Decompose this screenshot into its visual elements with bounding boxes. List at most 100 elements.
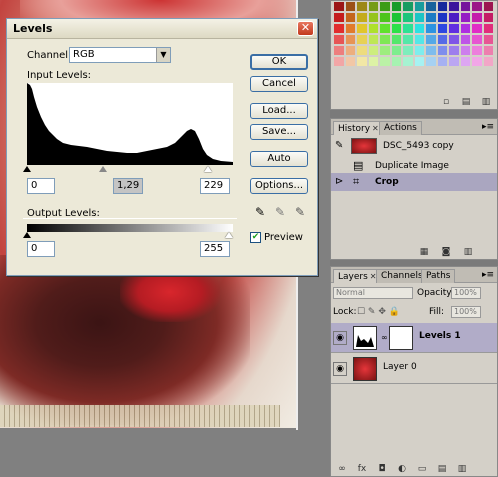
color-swatch[interactable] — [367, 56, 379, 67]
input-white-field[interactable]: 229 — [200, 178, 230, 194]
color-swatch[interactable] — [448, 1, 460, 12]
opacity-field[interactable]: 100% — [451, 287, 481, 299]
color-swatch[interactable] — [471, 1, 483, 12]
new-swatch-icon[interactable]: ▤ — [461, 97, 471, 107]
color-swatch[interactable] — [379, 1, 391, 12]
link-layers-icon[interactable]: ∞ — [337, 464, 347, 474]
input-gamma-field[interactable]: 1,29 — [113, 178, 143, 194]
color-swatch[interactable] — [436, 23, 448, 34]
tab-history[interactable]: History ✕ — [333, 121, 384, 135]
color-swatch[interactable] — [425, 12, 437, 23]
close-button[interactable]: ✕ — [297, 21, 314, 36]
trash-icon[interactable]: ▥ — [463, 247, 473, 257]
load-button[interactable]: Load... — [250, 103, 308, 119]
color-swatch[interactable] — [367, 23, 379, 34]
input-black-field[interactable]: 0 — [27, 178, 55, 194]
color-swatch[interactable] — [413, 1, 425, 12]
color-swatch[interactable] — [425, 23, 437, 34]
fill-field[interactable]: 100% — [451, 306, 481, 318]
panel-menu-icon[interactable]: ▸≡ — [482, 122, 494, 132]
color-swatch[interactable] — [471, 12, 483, 23]
output-black-handle[interactable] — [23, 232, 31, 238]
layer-row[interactable]: ◉ Layer 0 — [331, 354, 497, 384]
output-white-field[interactable]: 255 — [200, 241, 230, 257]
color-swatch[interactable] — [367, 34, 379, 45]
color-swatch[interactable] — [344, 12, 356, 23]
save-button[interactable]: Save... — [250, 124, 308, 140]
camera-icon[interactable]: ◙ — [441, 247, 451, 257]
color-swatch[interactable] — [448, 34, 460, 45]
color-swatch[interactable] — [402, 1, 414, 12]
color-swatch[interactable] — [425, 56, 437, 67]
color-swatch[interactable] — [448, 23, 460, 34]
color-swatch[interactable] — [436, 34, 448, 45]
color-swatch[interactable] — [379, 56, 391, 67]
color-swatch[interactable] — [425, 1, 437, 12]
color-swatch[interactable] — [356, 34, 368, 45]
color-swatch[interactable] — [333, 12, 345, 23]
color-swatch[interactable] — [482, 45, 494, 56]
ok-button[interactable]: OK — [250, 54, 308, 70]
color-swatch[interactable] — [356, 45, 368, 56]
white-point-handle[interactable] — [204, 166, 212, 172]
output-white-handle[interactable] — [225, 232, 233, 238]
color-swatch[interactable] — [356, 23, 368, 34]
output-slider[interactable] — [23, 232, 233, 238]
color-swatch[interactable] — [448, 45, 460, 56]
color-swatch[interactable] — [459, 45, 471, 56]
color-swatch[interactable] — [436, 1, 448, 12]
color-swatch[interactable] — [402, 23, 414, 34]
color-swatch[interactable] — [344, 34, 356, 45]
color-swatch[interactable] — [402, 56, 414, 67]
color-swatch[interactable] — [390, 56, 402, 67]
color-swatch[interactable] — [356, 12, 368, 23]
color-swatch[interactable] — [471, 34, 483, 45]
color-swatch[interactable] — [425, 34, 437, 45]
color-swatch[interactable] — [379, 34, 391, 45]
color-swatch[interactable] — [413, 45, 425, 56]
color-swatch[interactable] — [402, 34, 414, 45]
adjustment-icon[interactable]: ◐ — [397, 464, 407, 474]
cancel-button[interactable]: Cancel — [250, 76, 308, 92]
history-snapshot[interactable]: ✎ DSC_5493 copy — [331, 137, 497, 155]
color-swatch[interactable] — [413, 56, 425, 67]
color-swatch[interactable] — [436, 45, 448, 56]
color-swatch[interactable] — [436, 12, 448, 23]
color-swatch[interactable] — [482, 56, 494, 67]
gamma-handle[interactable] — [99, 166, 107, 172]
color-swatch[interactable] — [390, 1, 402, 12]
color-swatch[interactable] — [425, 45, 437, 56]
new-swatch-icon[interactable]: ▫ — [441, 97, 451, 107]
color-swatch[interactable] — [413, 34, 425, 45]
color-swatch[interactable] — [390, 45, 402, 56]
color-swatch[interactable] — [356, 56, 368, 67]
white-eyedropper-icon[interactable]: ✎ — [293, 205, 307, 219]
color-swatch[interactable] — [471, 45, 483, 56]
brush-icon[interactable]: ✎ — [335, 137, 343, 155]
color-swatch[interactable] — [413, 23, 425, 34]
swatch-grid[interactable] — [333, 1, 495, 67]
color-swatch[interactable] — [471, 56, 483, 67]
lock-icons[interactable]: ☐ ✎ ✥ 🔒 — [357, 305, 400, 319]
color-swatch[interactable] — [459, 34, 471, 45]
color-swatch[interactable] — [459, 56, 471, 67]
color-swatch[interactable] — [367, 12, 379, 23]
color-swatch[interactable] — [459, 1, 471, 12]
color-swatch[interactable] — [482, 23, 494, 34]
color-swatch[interactable] — [482, 12, 494, 23]
preview-checkbox[interactable]: ✔ — [250, 232, 261, 243]
color-swatch[interactable] — [482, 1, 494, 12]
new-document-icon[interactable]: ▦ — [419, 247, 429, 257]
panel-menu-icon[interactable]: ▸≡ — [482, 270, 494, 280]
color-swatch[interactable] — [333, 1, 345, 12]
color-swatch[interactable] — [367, 45, 379, 56]
color-swatch[interactable] — [436, 56, 448, 67]
color-swatch[interactable] — [344, 45, 356, 56]
tab-channels[interactable]: Channels — [376, 269, 428, 283]
color-swatch[interactable] — [471, 23, 483, 34]
history-item[interactable]: ⊳ ⌗ Crop — [331, 173, 497, 191]
gray-eyedropper-icon[interactable]: ✎ — [273, 205, 287, 219]
folder-icon[interactable]: ▭ — [417, 464, 427, 474]
dialog-titlebar[interactable]: Levels ✕ — [7, 19, 317, 39]
black-point-handle[interactable] — [23, 166, 31, 172]
